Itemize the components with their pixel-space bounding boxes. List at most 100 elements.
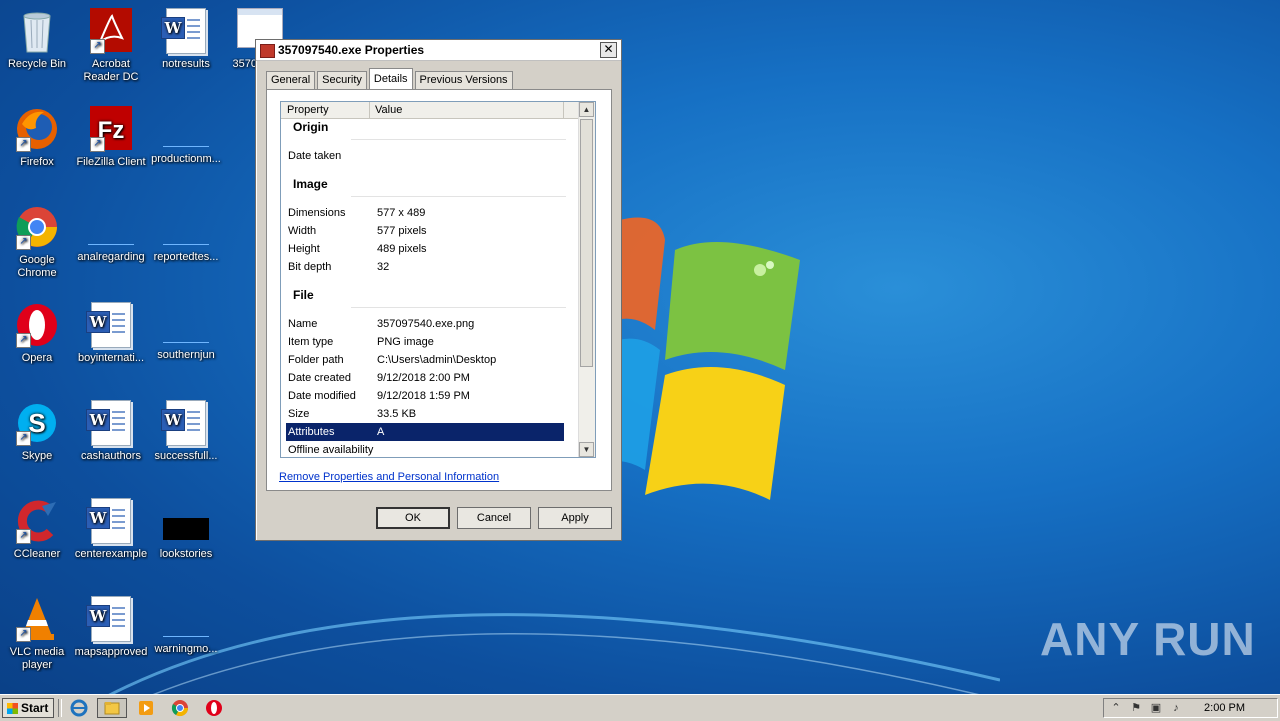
desktop-icon-notresults[interactable]: W notresults (149, 8, 223, 71)
windows-wallpaper-logo (600, 217, 800, 500)
tab-previous-versions[interactable]: Previous Versions (414, 71, 513, 89)
file-icon (163, 614, 209, 637)
volume-icon[interactable]: ♪ (1169, 702, 1183, 714)
recycle-bin-icon (23, 12, 51, 53)
taskbar: Start ⌃ ⚑ ▣ ♪ 2:00 PM (0, 694, 1280, 721)
desktop-icon-southernjun[interactable]: southernjun (149, 302, 223, 362)
desktop-icon-analregarding[interactable]: analregarding (74, 204, 148, 264)
desktop-icon-warningmo[interactable]: warningmo... (149, 596, 223, 656)
desktop-icon-reportedtes[interactable]: reportedtes... (149, 204, 223, 264)
taskbar-opera-button[interactable] (199, 698, 229, 718)
cancel-button[interactable]: Cancel (457, 507, 531, 529)
taskbar-chrome-button[interactable] (165, 698, 195, 718)
row-size[interactable]: Size 33.5 KB (286, 405, 564, 423)
desktop-icon-skype[interactable]: S ↗ Skype (0, 400, 74, 463)
row-dimensions[interactable]: Dimensions 577 x 489 (286, 204, 564, 222)
desktop-icon-vlc[interactable]: ↗ VLC media player (0, 596, 74, 672)
dialog-titlebar[interactable]: 357097540.exe Properties ✕ (256, 40, 621, 61)
file-icon (163, 222, 209, 245)
row-date-taken[interactable]: Date taken (286, 147, 564, 165)
taskbar-media-player-button[interactable] (131, 698, 161, 718)
desktop-icon-lookstories[interactable]: lookstories (149, 498, 223, 561)
desktop-icon-google-chrome[interactable]: ↗ Google Chrome (0, 204, 74, 280)
shortcut-arrow-icon: ↗ (16, 235, 31, 250)
taskbar-ie-button[interactable] (64, 698, 94, 718)
row-bit-depth[interactable]: Bit depth 32 (286, 258, 564, 276)
row-height[interactable]: Height 489 pixels (286, 240, 564, 258)
internet-explorer-icon (70, 699, 88, 717)
group-origin: Origin (293, 120, 329, 134)
desktop-icon-productionm[interactable]: productionm... (149, 106, 223, 166)
windows-logo-icon (7, 703, 18, 714)
folder-icon (104, 702, 120, 715)
taskbar-separator (58, 699, 62, 717)
media-player-icon (139, 701, 153, 715)
black-image-icon (163, 518, 209, 540)
row-folder-path[interactable]: Folder path C:\Users\admin\Desktop (286, 351, 564, 369)
column-divider[interactable] (563, 102, 564, 118)
row-width[interactable]: Width 577 pixels (286, 222, 564, 240)
row-date-modified[interactable]: Date modified 9/12/2018 1:59 PM (286, 387, 564, 405)
apply-button[interactable]: Apply (538, 507, 612, 529)
row-date-created[interactable]: Date created 9/12/2018 2:00 PM (286, 369, 564, 387)
file-icon (163, 124, 209, 147)
vertical-scrollbar[interactable]: ▲ ▼ (578, 102, 595, 457)
shortcut-arrow-icon: ↗ (16, 333, 31, 348)
shortcut-arrow-icon: ↗ (90, 137, 105, 152)
properties-dialog: 357097540.exe Properties ✕ General Secur… (255, 39, 622, 541)
column-divider[interactable] (369, 102, 370, 118)
tab-details[interactable]: Details (368, 68, 413, 90)
column-header-value[interactable]: Value (375, 104, 402, 116)
desktop-icon-acrobat-reader[interactable]: ↗ Acrobat Reader DC (74, 8, 148, 84)
list-header: Property Value (281, 102, 579, 119)
start-button[interactable]: Start (2, 698, 54, 718)
desktop-icon-opera[interactable]: ↗ Opera (0, 302, 74, 365)
dialog-title: 357097540.exe Properties (278, 43, 425, 57)
system-clock[interactable]: 2:00 PM (1204, 702, 1245, 714)
tab-general[interactable]: General (266, 71, 316, 89)
scroll-down-icon[interactable]: ▼ (579, 442, 594, 457)
desktop-icon-mapsapproved[interactable]: W mapsapproved (74, 596, 148, 659)
scroll-up-icon[interactable]: ▲ (579, 102, 594, 117)
taskbar-explorer-button[interactable] (97, 698, 127, 718)
group-image: Image (293, 177, 328, 191)
tab-security[interactable]: Security (317, 71, 367, 89)
tab-strip: General Security Details Previous Versio… (266, 68, 515, 90)
show-hidden-icons-icon[interactable]: ⌃ (1109, 702, 1123, 714)
anyrun-watermark: ANY RUN (1040, 613, 1256, 665)
shortcut-arrow-icon: ↗ (16, 627, 31, 642)
desktop-icon-cashauthors[interactable]: W cashauthors (74, 400, 148, 463)
desktop-icon-filezilla[interactable]: Fz ↗ FileZilla Client (74, 106, 148, 169)
shortcut-arrow-icon: ↗ (16, 137, 31, 152)
desktop-icon-ccleaner[interactable]: ↗ CCleaner (0, 498, 74, 561)
word-document-icon: W (86, 498, 131, 544)
row-name[interactable]: Name 357097540.exe.png (286, 315, 564, 333)
row-item-type[interactable]: Item type PNG image (286, 333, 564, 351)
desktop-icon-boyinternati[interactable]: W boyinternati... (74, 302, 148, 365)
scroll-thumb[interactable] (580, 119, 593, 367)
desktop-icon-recycle-bin[interactable]: Recycle Bin (0, 8, 74, 71)
remove-properties-link[interactable]: Remove Properties and Personal Informati… (279, 471, 499, 483)
details-panel: Property Value Origin Date taken Image D… (266, 89, 612, 491)
row-attributes[interactable]: Attributes A (286, 423, 564, 441)
chrome-icon (171, 700, 189, 717)
desktop-icon-successfull[interactable]: W successfull... (149, 400, 223, 463)
column-header-property[interactable]: Property (287, 104, 329, 116)
ok-button[interactable]: OK (376, 507, 450, 529)
desktop-icon-centerexample[interactable]: W centerexample (74, 498, 148, 561)
action-center-flag-icon[interactable]: ⚑ (1129, 702, 1143, 714)
word-document-icon: W (86, 400, 131, 446)
details-list[interactable]: Property Value Origin Date taken Image D… (280, 101, 596, 458)
group-divider (351, 139, 566, 140)
close-button[interactable]: ✕ (600, 42, 617, 58)
shortcut-arrow-icon: ↗ (90, 39, 105, 54)
shortcut-arrow-icon: ↗ (16, 529, 31, 544)
app-icon (260, 44, 275, 58)
opera-icon (206, 700, 222, 716)
file-icon (88, 222, 134, 245)
network-icon[interactable]: ▣ (1149, 702, 1163, 714)
desktop-icon-firefox[interactable]: ↗ Firefox (0, 106, 74, 169)
word-document-icon: W (86, 302, 131, 348)
word-document-icon: W (161, 8, 206, 54)
row-offline-availability[interactable]: Offline availability (286, 441, 564, 457)
